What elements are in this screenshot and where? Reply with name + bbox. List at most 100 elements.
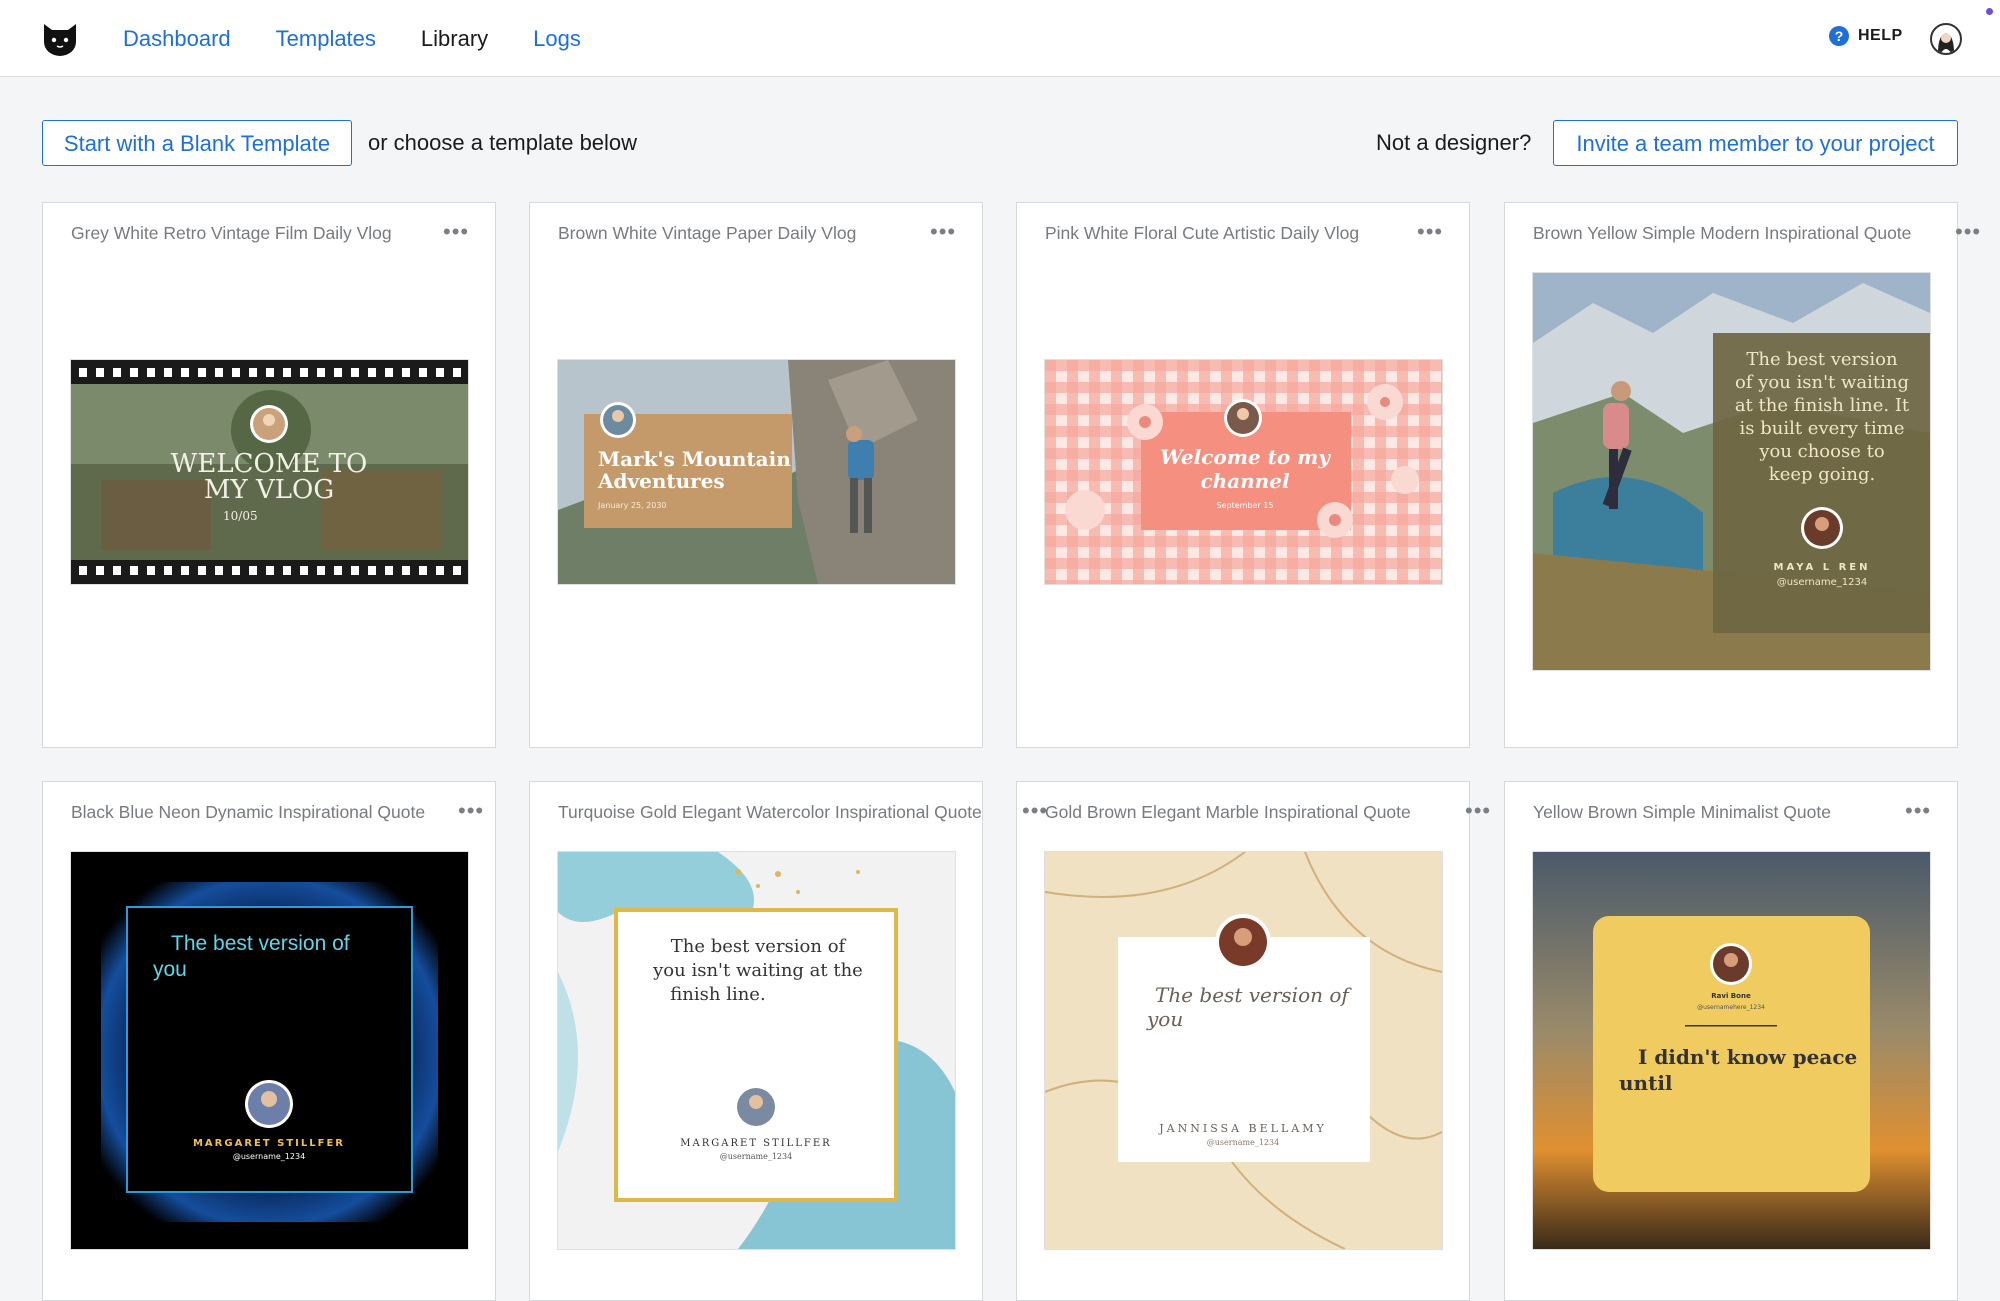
top-navigation-bar: Dashboard Templates Library Logs ? HELP bbox=[0, 0, 2000, 77]
help-button[interactable]: ? HELP bbox=[1829, 26, 1903, 46]
film-sprocket-hole bbox=[266, 368, 274, 377]
film-sprocket-hole bbox=[79, 368, 87, 377]
quote-handle: @username_1234 bbox=[233, 1152, 305, 1161]
template-card[interactable]: Brown Yellow Simple Modern Inspirational… bbox=[1504, 202, 1980, 748]
film-sprocket-hole bbox=[113, 368, 121, 377]
template-card[interactable]: Yellow Brown Simple Minimalist Quote •••… bbox=[1504, 781, 1958, 1301]
film-sprocket-hole bbox=[164, 566, 172, 575]
template-card[interactable]: Black Blue Neon Dynamic Inspirational Qu… bbox=[42, 781, 496, 1301]
nav-templates[interactable]: Templates bbox=[276, 24, 376, 54]
template-thumbnail[interactable]: The best version of you JANNISSA BELLAMY… bbox=[1045, 852, 1442, 1249]
film-sprocket-hole bbox=[96, 566, 104, 575]
cat-logo-icon[interactable] bbox=[40, 18, 80, 58]
film-sprocket-hole bbox=[317, 368, 325, 377]
quote-line: keep going. bbox=[1769, 464, 1875, 485]
film-sprocket-hole bbox=[249, 566, 257, 575]
quote-line: The best version of bbox=[671, 936, 847, 957]
quote-line: finish line. bbox=[670, 984, 765, 1005]
film-sprocket-hole bbox=[147, 566, 155, 575]
not-designer-text: Not a designer? bbox=[1376, 130, 1532, 155]
template-thumbnail[interactable]: The best version of you MARGARET STILLFE… bbox=[71, 852, 468, 1249]
film-sprocket-hole bbox=[436, 566, 444, 575]
template-thumbnail[interactable]: The best version of you isn't waiting at… bbox=[1533, 273, 1930, 670]
invite-team-member-button[interactable]: Invite a team member to your project bbox=[1553, 120, 1958, 166]
nav-logs[interactable]: Logs bbox=[533, 24, 581, 54]
film-sprocket-hole bbox=[419, 368, 427, 377]
film-sprocket-hole bbox=[113, 566, 121, 575]
quote-line: you bbox=[1146, 1007, 1183, 1031]
template-card[interactable]: Grey White Retro Vintage Film Daily Vlog… bbox=[42, 202, 496, 748]
thumb-headline-2: MY VLOG bbox=[204, 475, 334, 505]
blank-template-button[interactable]: Start with a Blank Template bbox=[42, 120, 352, 166]
film-sprocket-hole bbox=[368, 368, 376, 377]
film-sprocket-hole bbox=[249, 368, 257, 377]
film-sprocket-hole bbox=[317, 566, 325, 575]
film-sprocket-hole bbox=[181, 368, 189, 377]
more-dots-icon[interactable]: ••• bbox=[1465, 798, 1491, 824]
template-card[interactable]: Brown White Vintage Paper Daily Vlog •••… bbox=[529, 202, 983, 748]
film-sprocket-hole bbox=[368, 566, 376, 575]
film-sprocket-hole bbox=[385, 368, 393, 377]
quote-line: The best version of bbox=[171, 932, 350, 955]
film-sprocket-hole bbox=[300, 566, 308, 575]
more-dots-icon[interactable]: ••• bbox=[1417, 219, 1443, 245]
thumb-headline-1: Welcome to my bbox=[1160, 445, 1331, 469]
more-dots-icon[interactable]: ••• bbox=[1905, 798, 1931, 824]
more-dots-icon[interactable]: ••• bbox=[458, 798, 484, 824]
film-sprocket-hole bbox=[334, 566, 342, 575]
film-sprocket-hole bbox=[283, 368, 291, 377]
quote-line: until bbox=[1619, 1071, 1673, 1095]
template-title: Pink White Floral Cute Artistic Daily Vl… bbox=[1045, 223, 1360, 243]
film-sprocket-hole bbox=[436, 368, 444, 377]
film-sprocket-hole bbox=[283, 566, 291, 575]
template-thumbnail[interactable]: Welcome to my channel September 15 bbox=[1045, 360, 1442, 584]
film-sprocket-hole bbox=[79, 566, 87, 575]
template-card[interactable]: ••• Gold Brown Elegant Marble Inspiratio… bbox=[1016, 781, 1490, 1301]
template-thumbnail[interactable]: WELCOME TO MY VLOG 10/05 bbox=[71, 360, 468, 584]
quote-handle: @usernamehere_1234 bbox=[1697, 1004, 1765, 1011]
thumb-date: 10/05 bbox=[223, 509, 258, 523]
nav-library[interactable]: Library bbox=[421, 24, 488, 54]
nav-dashboard[interactable]: Dashboard bbox=[123, 24, 231, 54]
quote-line: of you isn't waiting bbox=[1735, 372, 1909, 393]
film-sprocket-hole bbox=[198, 566, 206, 575]
template-title: Gold Brown Elegant Marble Inspirational … bbox=[1045, 802, 1411, 822]
quote-line: you bbox=[153, 958, 187, 981]
film-sprocket-hole bbox=[232, 368, 240, 377]
quote-line: is built every time bbox=[1740, 418, 1905, 439]
film-sprocket-hole bbox=[266, 566, 274, 575]
quote-handle: @username_1234 bbox=[720, 1152, 792, 1161]
quote-author: Ravi Bone bbox=[1711, 992, 1751, 1000]
template-card[interactable]: Pink White Floral Cute Artistic Daily Vl… bbox=[1016, 202, 1470, 748]
more-dots-icon[interactable]: ••• bbox=[443, 219, 469, 245]
film-sprocket-hole bbox=[453, 368, 461, 377]
template-thumbnail[interactable]: Mark's Mountain Adventures January 25, 2… bbox=[558, 360, 955, 584]
more-dots-icon[interactable]: ••• bbox=[930, 219, 956, 245]
film-sprocket-hole bbox=[147, 368, 155, 377]
template-title: Yellow Brown Simple Minimalist Quote bbox=[1533, 802, 1831, 822]
thumb-headline-1: Mark's Mountain bbox=[598, 447, 791, 471]
quote-line: I didn't know peace bbox=[1638, 1045, 1857, 1069]
quote-handle: @username_1234 bbox=[1207, 1138, 1279, 1147]
quote-line: The best version bbox=[1746, 349, 1898, 370]
film-sprocket-hole bbox=[351, 566, 359, 575]
template-card[interactable]: Turquoise Gold Elegant Watercolor Inspir… bbox=[529, 781, 1045, 1301]
quote-line: you isn't waiting at the bbox=[652, 960, 863, 981]
more-dots-icon[interactable]: ••• bbox=[1955, 219, 1981, 245]
template-thumbnail[interactable]: The best version of you isn't waiting at… bbox=[558, 852, 955, 1249]
user-avatar-icon[interactable] bbox=[1930, 23, 1962, 55]
template-thumbnail[interactable]: Ravi Bone @usernamehere_1234 I didn't kn… bbox=[1533, 852, 1930, 1249]
film-sprocket-hole bbox=[402, 566, 410, 575]
thumb-date: January 25, 2030 bbox=[597, 501, 667, 510]
film-sprocket-hole bbox=[385, 566, 393, 575]
template-title: Turquoise Gold Elegant Watercolor Inspir… bbox=[558, 802, 982, 822]
main-nav: Dashboard Templates Library Logs bbox=[123, 24, 581, 54]
film-sprocket-hole bbox=[419, 566, 427, 575]
quote-author: MARGARET STILLFER bbox=[680, 1138, 831, 1149]
film-sprocket-hole bbox=[96, 368, 104, 377]
film-sprocket-hole bbox=[198, 368, 206, 377]
choose-template-text: or choose a template below bbox=[368, 130, 638, 155]
quote-line: The best version of bbox=[1155, 983, 1352, 1007]
template-title: Black Blue Neon Dynamic Inspirational Qu… bbox=[71, 802, 426, 822]
quote-author: MAYA L REN bbox=[1774, 562, 1871, 573]
